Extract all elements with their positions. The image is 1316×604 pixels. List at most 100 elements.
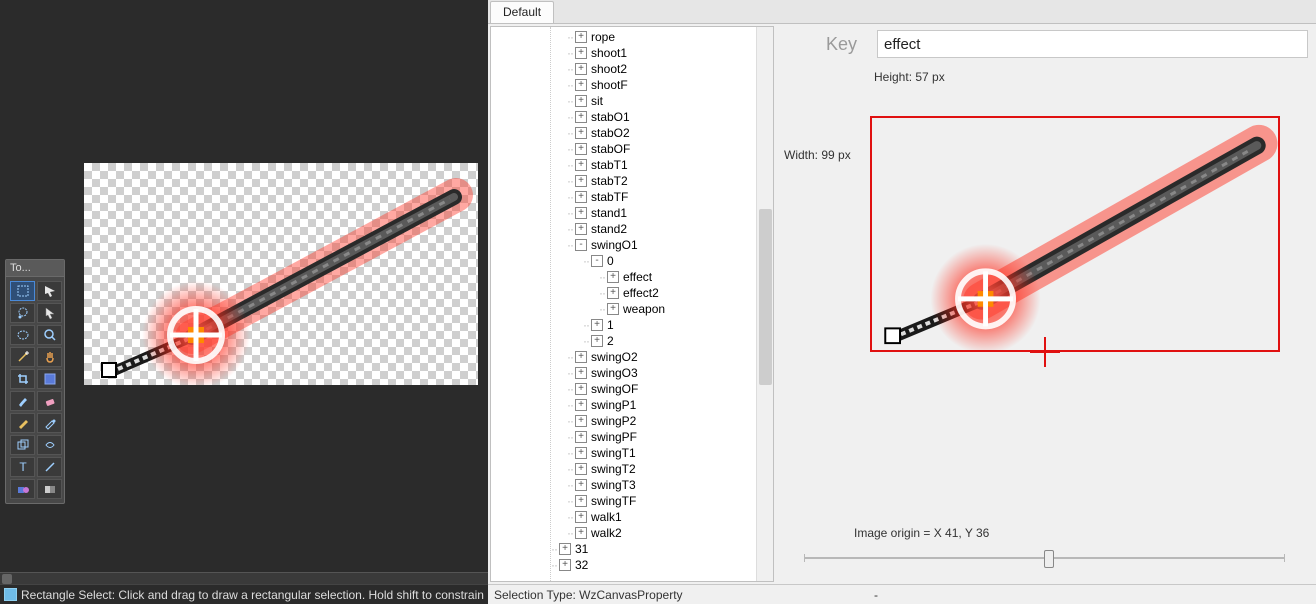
recolor-tool[interactable] (37, 435, 62, 455)
expand-icon[interactable]: + (575, 383, 587, 395)
tree-item[interactable]: ··+weapon (551, 301, 756, 317)
expand-icon[interactable]: + (575, 143, 587, 155)
color-picker-tool[interactable] (37, 413, 62, 433)
image-slider[interactable] (804, 548, 1284, 568)
tree-item[interactable]: ··+rope (551, 29, 756, 45)
expand-icon[interactable]: + (575, 207, 587, 219)
editor-canvas[interactable] (84, 163, 478, 385)
shapes-tool[interactable] (10, 479, 35, 499)
line-tool[interactable] (37, 457, 62, 477)
expand-icon[interactable]: + (591, 319, 603, 331)
collapse-icon[interactable]: - (591, 255, 603, 267)
tree-item[interactable]: ··+swingPF (551, 429, 756, 445)
tree-item[interactable]: ··-swingO1 (551, 237, 756, 253)
expand-icon[interactable]: + (575, 79, 587, 91)
crop-tool[interactable] (10, 369, 35, 389)
clone-tool[interactable] (10, 435, 35, 455)
tree-item[interactable]: ··+32 (551, 557, 756, 573)
expand-icon[interactable]: + (575, 447, 587, 459)
expand-icon[interactable]: + (575, 63, 587, 75)
slider-thumb[interactable] (1044, 550, 1054, 568)
ellipse-select-tool[interactable] (10, 325, 35, 345)
expand-icon[interactable]: + (575, 31, 587, 43)
pencil-tool[interactable] (10, 413, 35, 433)
tree-item[interactable]: ··+1 (551, 317, 756, 333)
move-select-tool[interactable] (37, 281, 62, 301)
gradient-tool[interactable] (37, 479, 62, 499)
tree-item[interactable]: ··+swingT2 (551, 461, 756, 477)
expand-icon[interactable]: + (607, 271, 619, 283)
editor-horizontal-scrollbar[interactable] (0, 572, 488, 584)
expand-icon[interactable]: + (575, 527, 587, 539)
zoom-tool[interactable] (37, 325, 62, 345)
text-tool[interactable]: T (10, 457, 35, 477)
expand-icon[interactable]: + (607, 287, 619, 299)
tree-scrollbar[interactable] (756, 27, 773, 581)
preview-box[interactable] (870, 116, 1280, 352)
tree-item[interactable]: ··+walk2 (551, 525, 756, 541)
tree-item[interactable]: ··+shoot1 (551, 45, 756, 61)
expand-icon[interactable]: + (575, 127, 587, 139)
tab-default[interactable]: Default (490, 1, 554, 23)
expand-icon[interactable]: + (559, 559, 571, 571)
tree-scrollbar-thumb[interactable] (759, 209, 772, 385)
scrollbar-thumb[interactable] (2, 574, 12, 584)
expand-icon[interactable]: + (575, 175, 587, 187)
tree-item[interactable]: ··+sit (551, 93, 756, 109)
expand-icon[interactable]: + (575, 159, 587, 171)
fill-tool[interactable] (37, 369, 62, 389)
rect-select-tool[interactable] (10, 281, 35, 301)
tree-item[interactable]: ··-0 (551, 253, 756, 269)
tree-item[interactable]: ··+stabO1 (551, 109, 756, 125)
expand-icon[interactable]: + (575, 463, 587, 475)
expand-icon[interactable]: + (575, 415, 587, 427)
expand-icon[interactable]: + (575, 47, 587, 59)
lasso-tool[interactable] (10, 303, 35, 323)
tree-item[interactable]: ··+swingP2 (551, 413, 756, 429)
expand-icon[interactable]: + (575, 431, 587, 443)
tree-item[interactable]: ··+walk1 (551, 509, 756, 525)
tree-item[interactable]: ··+swingOF (551, 381, 756, 397)
tree-item[interactable]: ··+swingP1 (551, 397, 756, 413)
tree-item[interactable]: ··+stand1 (551, 205, 756, 221)
expand-icon[interactable]: + (575, 191, 587, 203)
eraser-tool[interactable] (37, 391, 62, 411)
expand-icon[interactable]: + (575, 351, 587, 363)
tree-item[interactable]: ··+stabT2 (551, 173, 756, 189)
editor-canvas-area[interactable]: To... T (0, 0, 488, 572)
tree-item[interactable]: ··+stabO2 (551, 125, 756, 141)
expand-icon[interactable]: + (559, 543, 571, 555)
tree-item[interactable]: ··+swingO3 (551, 365, 756, 381)
tree-item[interactable]: ··+2 (551, 333, 756, 349)
key-input[interactable] (877, 30, 1308, 58)
expand-icon[interactable]: + (575, 111, 587, 123)
expand-icon[interactable]: + (575, 223, 587, 235)
tree-item[interactable]: ··+swingT3 (551, 477, 756, 493)
expand-icon[interactable]: + (575, 95, 587, 107)
tree-item[interactable]: ··+stabOF (551, 141, 756, 157)
expand-icon[interactable]: + (607, 303, 619, 315)
tree-item[interactable]: ··+swingO2 (551, 349, 756, 365)
tree[interactable]: ··+rope··+shoot1··+shoot2··+shootF··+sit… (551, 27, 756, 581)
collapse-icon[interactable]: - (575, 239, 587, 251)
expand-icon[interactable]: + (575, 367, 587, 379)
pan-tool[interactable] (37, 347, 62, 367)
expand-icon[interactable]: + (575, 495, 587, 507)
tree-item[interactable]: ··+31 (551, 541, 756, 557)
pointer-tool[interactable] (37, 303, 62, 323)
tree-item[interactable]: ··+swingT1 (551, 445, 756, 461)
tree-item[interactable]: ··+effect (551, 269, 756, 285)
expand-icon[interactable]: + (575, 479, 587, 491)
expand-icon[interactable]: + (591, 335, 603, 347)
expand-icon[interactable]: + (575, 399, 587, 411)
tree-item[interactable]: ··+stabTF (551, 189, 756, 205)
tree-item[interactable]: ··+stand2 (551, 221, 756, 237)
expand-icon[interactable]: + (575, 511, 587, 523)
tree-item[interactable]: ··+shootF (551, 77, 756, 93)
tree-item[interactable]: ··+stabT1 (551, 157, 756, 173)
tree-item[interactable]: ··+effect2 (551, 285, 756, 301)
tree-item[interactable]: ··+swingTF (551, 493, 756, 509)
magic-wand-tool[interactable] (10, 347, 35, 367)
tree-item[interactable]: ··+shoot2 (551, 61, 756, 77)
brush-tool[interactable] (10, 391, 35, 411)
